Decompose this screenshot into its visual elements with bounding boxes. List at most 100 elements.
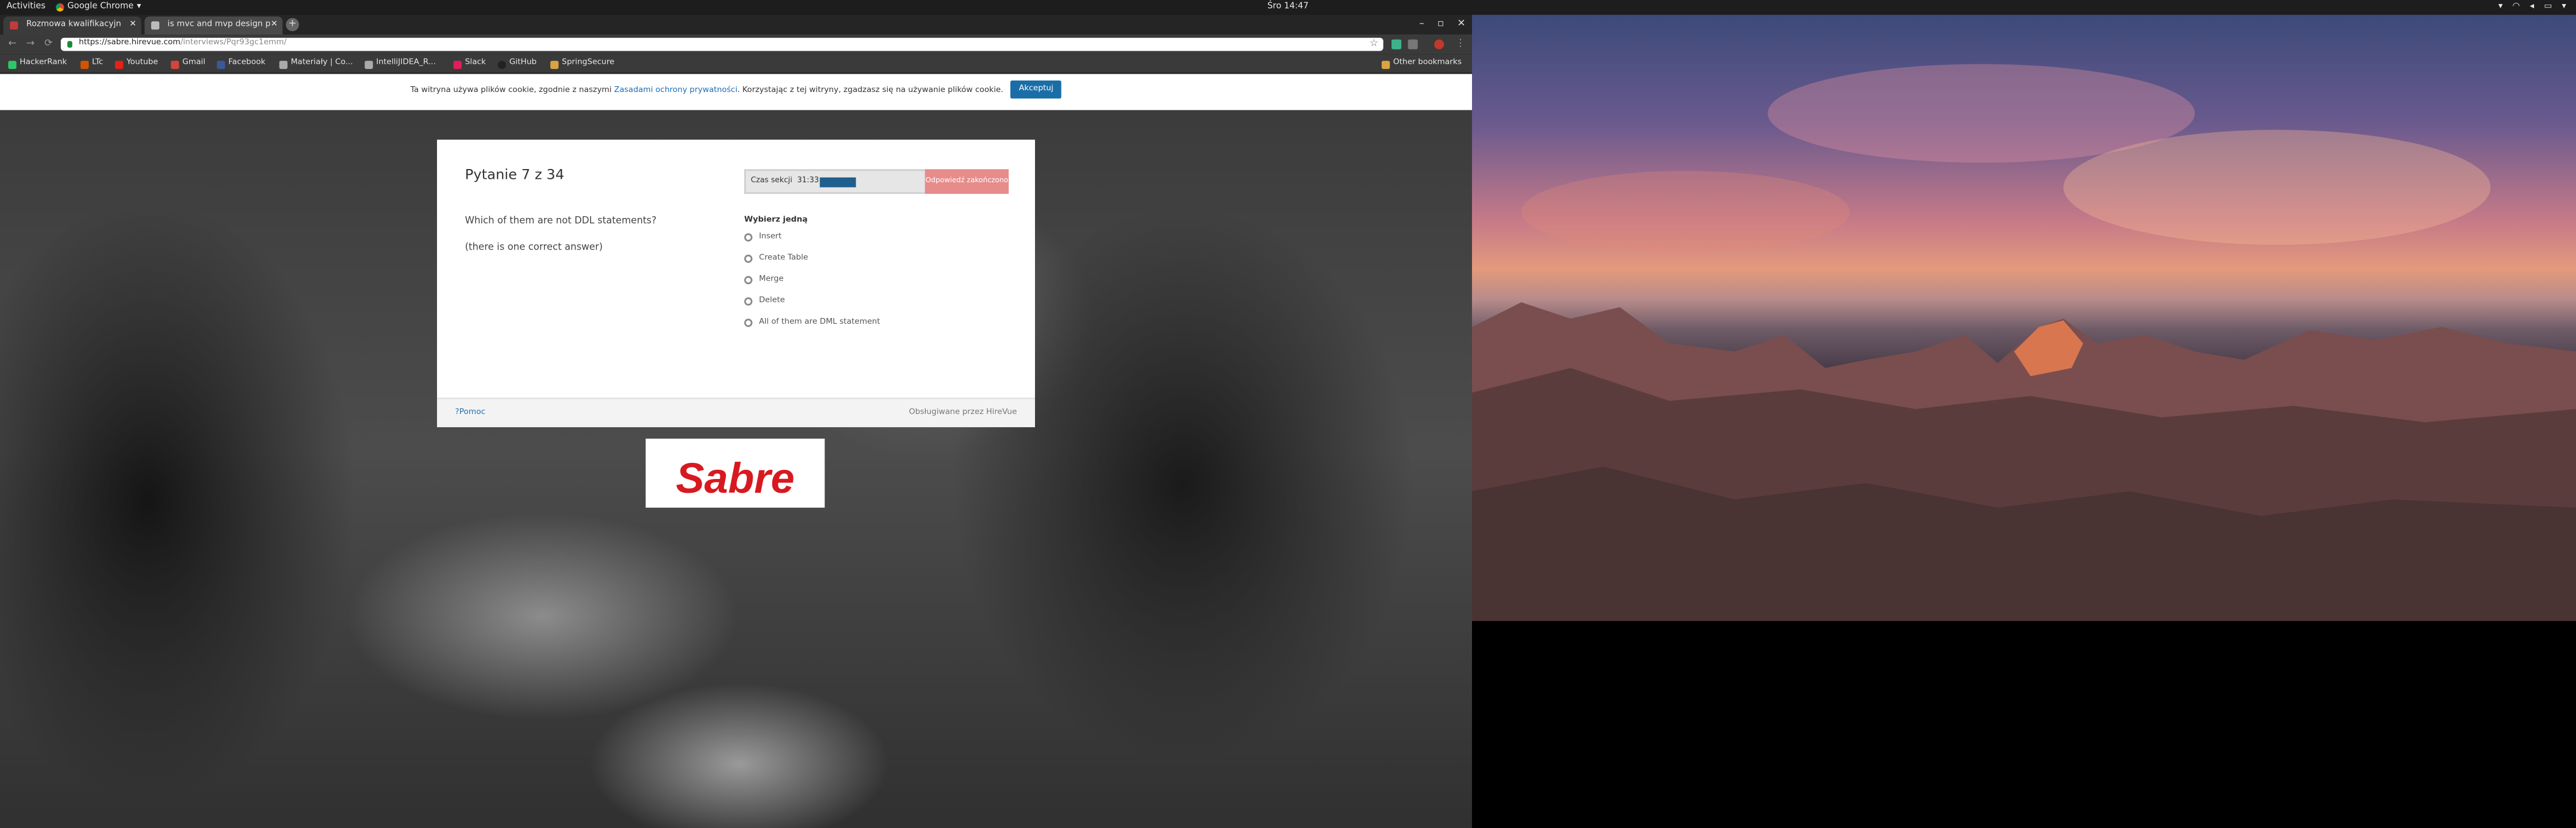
sabre-logo-graphic: Sabre <box>676 454 794 502</box>
question-hint: (there is one correct answer) <box>465 243 603 253</box>
system-tray[interactable]: ▾ ◠ ◂ ▭ ▾ <box>2498 0 2566 15</box>
maximize-icon[interactable]: ▫ <box>1438 18 1444 29</box>
lock-icon <box>67 41 72 48</box>
gnome-top-bar: Activities Google Chrome ▾ Śro 14:47 ▾ ◠… <box>0 0 2576 15</box>
volume-icon: ◂ <box>2529 1 2535 12</box>
battery-icon: ▭ <box>2544 1 2552 12</box>
close-icon[interactable]: ✕ <box>271 17 278 34</box>
question-card: Pytanie 7 z 34 Czas sekcji 31:33 Odpowied… <box>437 139 1035 427</box>
bookmark-label: Facebook <box>228 59 266 68</box>
radio-button[interactable] <box>744 233 753 241</box>
timer-label: Czas sekcji <box>750 177 792 186</box>
web-page: Ta witryna używa plików cookie, zgodnie … <box>0 74 1472 828</box>
bookmark-intellij[interactable]: IntelliJIDEA_R... <box>365 54 436 74</box>
bookmark-label: Gmail <box>182 59 206 68</box>
option-create-table[interactable]: Create Table <box>744 254 808 263</box>
help-link[interactable]: ?Pomoc <box>455 399 485 428</box>
extension-icon[interactable] <box>1408 39 1418 49</box>
bookmark-youtube[interactable]: Youtube <box>115 54 158 74</box>
page-icon <box>365 60 373 68</box>
window-controls: – ▫ ✕ <box>1419 18 1465 29</box>
favicon-icon <box>10 21 18 30</box>
favicon-icon <box>151 21 160 30</box>
option-delete[interactable]: Delete <box>744 297 785 306</box>
sabre-logo: Sabre <box>645 438 825 508</box>
option-label: Create Table <box>759 254 808 263</box>
chrome-icon <box>56 3 64 12</box>
bookmark-facebook[interactable]: Facebook <box>217 54 266 74</box>
bookmark-star-icon[interactable]: ☆ <box>1370 38 1378 51</box>
bookmark-springsecure[interactable]: SpringSecure <box>550 54 615 74</box>
chevron-down-icon: ▾ <box>136 1 141 12</box>
bookmark-label: IntelliJIDEA_R... <box>376 59 436 68</box>
card-footer: ?Pomoc Obsługiwane przez HireVue <box>437 397 1035 427</box>
privacy-policy-link[interactable]: Zasadami ochrony prywatności <box>614 87 737 95</box>
bookmark-materialy[interactable]: Materiały | Co... <box>279 54 353 74</box>
clock[interactable]: Śro 14:47 <box>1267 0 1309 15</box>
youtube-icon <box>115 60 124 68</box>
page-icon <box>279 60 288 68</box>
minimize-icon[interactable]: – <box>1419 18 1424 29</box>
answer-status[interactable]: Odpowiedź zakończono <box>925 169 1009 194</box>
help-label: Pomoc <box>459 409 486 417</box>
new-tab-button[interactable]: + <box>286 18 299 32</box>
option-label: Delete <box>759 297 785 306</box>
bookmark-slack[interactable]: Slack <box>453 54 486 74</box>
bookmark-label: SpringSecure <box>562 59 615 68</box>
tab-interview[interactable]: Rozmowa kwalifikacyjn ✕ <box>3 16 141 34</box>
hackerrank-icon <box>8 60 17 68</box>
menu-icon[interactable]: ⋮ <box>1455 38 1465 51</box>
back-icon[interactable]: ← <box>8 38 16 51</box>
bookmark-label: HackerRank <box>20 59 67 68</box>
empty-screen-area <box>1472 621 2576 828</box>
gmail-icon <box>171 60 179 68</box>
other-bookmarks[interactable]: Other bookmarks <box>1381 54 1462 74</box>
address-bar[interactable]: https://sabre.hirevue.com/interviews/Pqr… <box>60 37 1383 51</box>
tab-label: is mvc and mvp design p <box>167 20 271 30</box>
browser-toolbar: ← → ⟳ https://sabre.hirevue.com/intervie… <box>0 34 1472 55</box>
bookmark-ltc[interactable]: LTc <box>80 54 103 74</box>
bookmark-label: GitHub <box>509 59 537 68</box>
facebook-icon <box>217 60 225 68</box>
extension-icon[interactable] <box>1392 39 1402 49</box>
option-all-dml[interactable]: All of them are DML statement <box>744 319 880 327</box>
sabre-logo-text: Sabre <box>676 454 794 502</box>
tab-label: Rozmowa kwalifikacyjn <box>26 20 121 30</box>
cookie-banner: Ta witryna używa plików cookie, zgodnie … <box>0 74 1472 110</box>
timer-progress-bar <box>819 177 856 187</box>
other-bookmarks-label: Other bookmarks <box>1393 59 1462 68</box>
forward-icon[interactable]: → <box>26 38 34 51</box>
close-window-icon[interactable]: ✕ <box>1457 18 1465 29</box>
activities-button[interactable]: Activities <box>6 0 45 15</box>
radio-button[interactable] <box>744 319 753 327</box>
reload-icon[interactable]: ⟳ <box>44 38 52 51</box>
slack-icon <box>453 60 462 68</box>
bookmark-github[interactable]: GitHub <box>497 54 537 74</box>
option-label: Merge <box>759 276 784 285</box>
question-title: Pytanie 7 z 34 <box>465 167 565 184</box>
wifi-icon: ◠ <box>2512 1 2520 12</box>
help-icon: ? <box>455 409 459 417</box>
app-menu[interactable]: Google Chrome ▾ <box>56 0 141 15</box>
bookmark-label: Youtube <box>126 59 158 68</box>
radio-button[interactable] <box>744 276 753 285</box>
app-menu-label: Google Chrome <box>67 1 134 12</box>
desktop-wallpaper <box>1472 14 2576 622</box>
profile-icon[interactable] <box>1434 39 1444 49</box>
bookmark-label: Materiały | Co... <box>290 59 353 68</box>
radio-button[interactable] <box>744 297 753 306</box>
tab-search[interactable]: is mvc and mvp design p ✕ <box>144 16 283 34</box>
cookie-text: Ta witryna używa plików cookie, zgodnie … <box>410 87 612 95</box>
url-host: https://sabre.hirevue.com <box>79 39 181 48</box>
section-timer: Czas sekcji 31:33 <box>744 169 927 194</box>
radio-button[interactable] <box>744 254 753 263</box>
option-merge[interactable]: Merge <box>744 276 784 285</box>
bookmark-gmail[interactable]: Gmail <box>171 54 205 74</box>
github-icon <box>497 60 506 68</box>
close-icon[interactable]: ✕ <box>129 17 136 34</box>
ltc-icon <box>80 60 89 68</box>
chevron-down-icon: ▾ <box>2562 1 2566 12</box>
option-insert[interactable]: Insert <box>744 233 781 241</box>
accept-cookies-button[interactable]: Akceptuj <box>1010 80 1062 99</box>
bookmark-hackerrank[interactable]: HackerRank <box>8 54 67 74</box>
